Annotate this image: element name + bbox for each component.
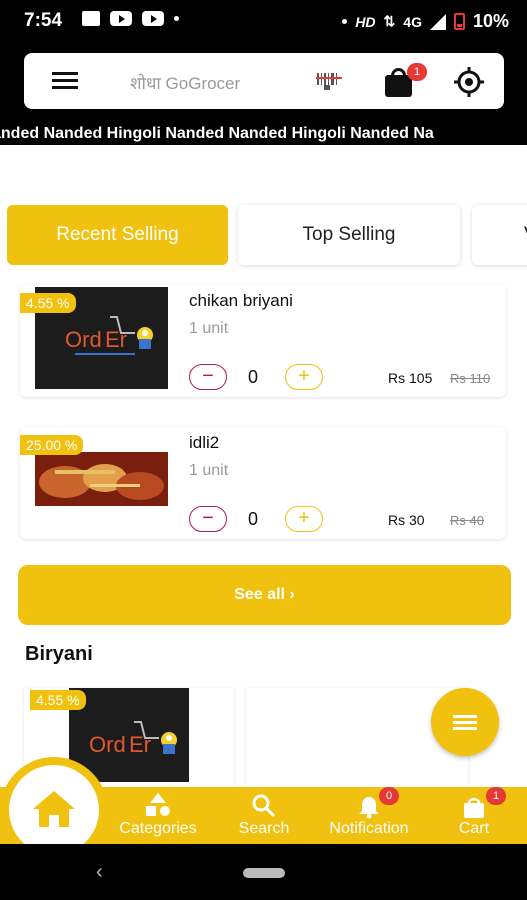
youtube-icon [110, 11, 132, 26]
svg-text:Er: Er [105, 327, 127, 352]
gallery-icon [82, 11, 100, 26]
bell-icon [359, 797, 379, 819]
nav-search[interactable]: Search [226, 787, 302, 844]
decrease-qty-button[interactable]: − [189, 364, 227, 390]
hamburger-menu-icon[interactable] [52, 72, 78, 90]
svg-text:Ord: Ord [89, 732, 126, 757]
discount-badge: 25.00 % [20, 435, 84, 455]
cart-count-badge: 1 [407, 63, 427, 81]
nav-notification-label: Notification [329, 820, 409, 837]
discount-badge: 4.55 % [20, 293, 76, 313]
product-unit: 1 unit [189, 320, 229, 337]
data-arrows-icon: ⇅ [383, 13, 396, 29]
product-card[interactable]: 25.00 % idli2 1 unit − 0 + Rs 30 Rs 40 [20, 427, 506, 539]
nav-cart[interactable]: 1 Cart [448, 787, 506, 844]
home-gesture-pill[interactable] [243, 868, 285, 878]
nav-categories[interactable]: Categories [108, 787, 208, 844]
svg-text:Ord: Ord [65, 327, 102, 352]
product-price: Rs 105 [388, 370, 433, 386]
location-target-icon[interactable] [452, 67, 486, 97]
barcode-scan-icon[interactable] [316, 71, 342, 91]
signal-label: 4G [403, 13, 422, 30]
product-mrp: Rs 110 [450, 371, 491, 386]
home-tab-button[interactable] [9, 765, 99, 855]
battery-percent: 10% [472, 11, 509, 31]
status-bar: 7:54 HD ⇅ 4G 10% [0, 0, 527, 40]
increase-qty-button[interactable]: + [285, 506, 323, 532]
status-time: 7:54 [24, 10, 63, 31]
search-bar[interactable]: शोधा GoGrocer 1 [24, 53, 504, 109]
search-input[interactable]: शोधा GoGrocer [130, 71, 240, 94]
back-icon[interactable]: ‹ [96, 861, 103, 884]
product-card[interactable]: Ord Er 4.55 % chikan briyani 1 unit − 0 … [20, 285, 506, 397]
battery-icon [453, 13, 465, 30]
more-dot-icon [174, 16, 179, 21]
discount-badge: 4.55 % [30, 690, 86, 710]
idli-photo-icon [35, 452, 168, 506]
see-all-label: See all [234, 586, 285, 603]
decrease-qty-button[interactable]: − [189, 506, 227, 532]
signal-icon [429, 13, 446, 30]
qty-value: 0 [248, 367, 259, 387]
dot-icon [342, 19, 348, 24]
notification-badge: 0 [379, 787, 399, 805]
cart-badge: 1 [486, 787, 506, 805]
product-name: idli2 [189, 433, 220, 452]
network-label: HD [355, 13, 376, 30]
product-unit: 1 unit [189, 462, 229, 479]
nav-cart-label: Cart [458, 820, 490, 837]
chevron-right-icon: › [289, 586, 295, 603]
youtube-icon [142, 11, 164, 26]
categories-icon [146, 793, 170, 816]
order-logo-icon: Ord Er [89, 721, 177, 757]
tab-top-selling[interactable]: Top Selling [238, 205, 460, 265]
ticker-text: anded Nanded Hingoli Nanded Nanded Hingo… [0, 125, 434, 142]
product-price: Rs 30 [388, 512, 425, 528]
app-header: शोधा GoGrocer 1 [0, 40, 527, 125]
product-mrp: Rs 40 [450, 513, 484, 528]
nav-categories-label: Categories [119, 820, 197, 837]
section-title: Biryani [25, 643, 93, 665]
order-logo-icon: Ord Er [65, 316, 153, 355]
home-icon [33, 791, 75, 827]
product-name: chikan briyani [189, 291, 293, 310]
nav-notification[interactable]: 0 Notification [313, 787, 425, 844]
product-image [35, 452, 168, 506]
increase-qty-button[interactable]: + [285, 364, 323, 390]
system-nav-bar: ‹ [0, 844, 527, 900]
search-icon [252, 794, 276, 818]
status-notification-icons [82, 11, 179, 26]
tab-recent-selling[interactable]: Recent Selling [7, 205, 228, 265]
nav-search-label: Search [238, 820, 290, 837]
svg-text:Er: Er [129, 732, 151, 757]
cart-bag-icon [464, 798, 484, 818]
status-system-icons: HD ⇅ 4G 10% [342, 11, 509, 32]
see-all-button[interactable]: See all › [18, 565, 511, 625]
city-ticker: anded Nanded Hingoli Nanded Nanded Hingo… [0, 125, 527, 145]
qty-value: 0 [248, 509, 259, 529]
tab-partial[interactable]: V [472, 205, 527, 265]
menu-fab-button[interactable] [431, 688, 499, 756]
